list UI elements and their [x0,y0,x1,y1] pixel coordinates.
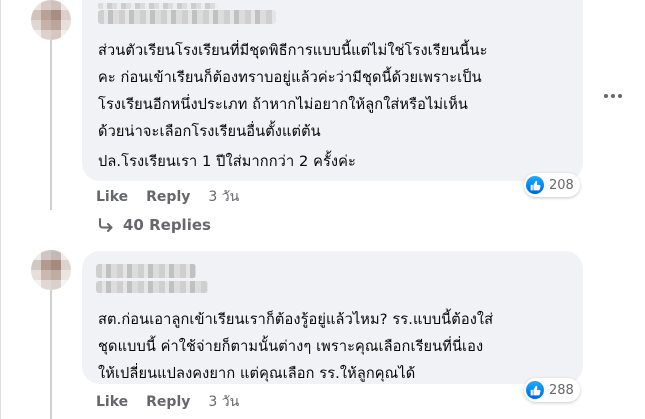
avatar[interactable] [31,250,71,290]
page-edge [0,0,1,419]
commenter-name-redacted [98,10,276,24]
reply-button[interactable]: Reply [146,189,190,205]
avatar[interactable] [31,0,71,40]
reply-arrow-icon [99,218,113,232]
thread-line [50,290,52,419]
like-button[interactable]: Like [96,189,128,205]
commenter-name-redacted-2 [98,3,218,9]
comment-text: ส่วนตัวเรียนโรงเรียนที่มีชุดพิธีการแบบนี… [98,42,488,140]
like-icon [526,176,544,194]
more-options-icon[interactable] [604,94,622,98]
comment-text-ps: ปล.โรงเรียนเรา 1 ปีใส่มากกว่า 2 ครั้งค่ะ [98,153,356,170]
comment-bubble: ส่วนตัวเรียนโรงเรียนที่มีชุดพิธีการแบบนี… [82,0,583,181]
comment-timestamp[interactable]: 3 วัน [208,391,239,413]
thread-line [50,40,52,210]
comment-actions: Like Reply 3 วัน [96,391,239,413]
reaction-summary[interactable]: 208 [524,173,580,197]
commenter-name-redacted-2 [96,281,208,293]
reply-button[interactable]: Reply [146,394,190,410]
like-icon [526,381,544,399]
comment-timestamp[interactable]: 3 วัน [208,186,239,208]
commenter-name-redacted [96,264,196,278]
reaction-count: 288 [549,382,574,398]
reaction-count: 208 [549,177,574,193]
replies-count-label: 40 Replies [123,216,211,234]
comment-text: สต.ก่อนเอาลูกเข้าเรียนเราก็ต้องรู้อยู่แล… [98,311,494,382]
comment-actions: Like Reply 3 วัน [96,186,239,208]
view-replies-button[interactable]: 40 Replies [98,216,211,234]
comment-bubble: สต.ก่อนเอาลูกเข้าเรียนเราก็ต้องรู้อยู่แล… [82,251,583,384]
reaction-summary[interactable]: 288 [524,378,580,402]
like-button[interactable]: Like [96,394,128,410]
